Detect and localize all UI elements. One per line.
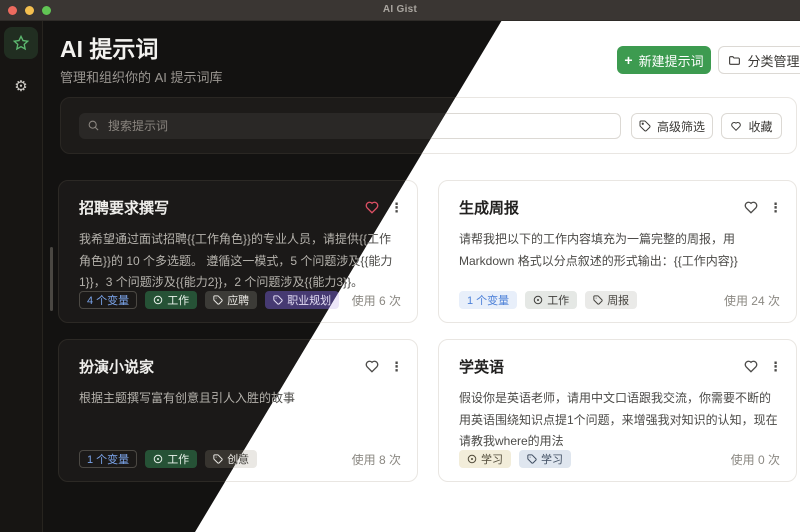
tag-list: 4 个变量 工作 应聘 职业规划 xyxy=(79,291,339,309)
tag-badge: 工作 xyxy=(525,291,577,309)
sidebar-item-prompts[interactable] xyxy=(4,27,38,59)
favorites-filter-button[interactable]: 收藏 xyxy=(721,113,782,139)
category-icon xyxy=(153,454,163,464)
tag-badge: 4 个变量 xyxy=(79,291,137,309)
tag-icon xyxy=(273,295,283,305)
tag-icon xyxy=(213,295,223,305)
tag-badge: 工作 xyxy=(145,291,197,309)
new-prompt-button[interactable]: + 新建提示词 xyxy=(617,46,711,74)
tag-icon xyxy=(639,120,651,132)
tag-badge-label: 工作 xyxy=(167,451,189,467)
card-menu-icon[interactable]: ⋮ xyxy=(390,360,403,373)
tag-badge-label: 工作 xyxy=(547,292,569,308)
prompt-card[interactable]: 生成周报 ⋮ 请帮我把以下的工作内容填充为一篇完整的周报，用 Markdown … xyxy=(438,180,797,323)
favorite-icon[interactable] xyxy=(743,199,759,215)
card-menu-icon[interactable]: ⋮ xyxy=(769,201,782,214)
page-subtitle: 管理和组织你的 AI 提示词库 xyxy=(60,67,223,86)
titlebar: AI Gist xyxy=(0,0,800,21)
tag-badge-label: 1 个变量 xyxy=(467,292,509,308)
tag-badge: 周报 xyxy=(585,291,637,309)
favorite-icon[interactable] xyxy=(743,358,759,374)
usage-count: 使用 8 次 xyxy=(352,451,401,468)
heart-icon xyxy=(730,120,742,132)
prompt-card[interactable]: 学英语 ⋮ 假设你是英语老师，请用中文口语跟我交流，你需要不断的用英语围绕知识点… xyxy=(438,339,797,482)
tag-badge-label: 4 个变量 xyxy=(87,292,129,308)
usage-count: 使用 24 次 xyxy=(724,292,780,309)
usage-count: 使用 6 次 xyxy=(352,292,401,309)
tag-badge: 学习 xyxy=(519,450,571,468)
search-icon xyxy=(87,119,100,132)
tag-badge-label: 1 个变量 xyxy=(87,451,129,467)
tag-badge: 应聘 xyxy=(205,291,257,309)
tag-badge-label: 职业规划 xyxy=(287,292,331,308)
favorites-filter-label: 收藏 xyxy=(748,118,772,135)
app-window: AI Gist ⚙ AI 提示词 管理和组织你的 AI 提示词库 + 新建提示词 xyxy=(0,0,800,532)
category-manage-label: 分类管理 xyxy=(747,51,799,70)
scrollbar-thumb[interactable] xyxy=(50,247,53,311)
category-icon xyxy=(153,295,163,305)
star-icon xyxy=(12,34,30,52)
tag-badge: 1 个变量 xyxy=(79,450,137,468)
category-icon xyxy=(467,454,477,464)
tag-badge: 学习 xyxy=(459,450,511,468)
card-footer: 学习 学习 使用 0 次 xyxy=(459,450,780,468)
tag-list: 学习 学习 xyxy=(459,450,571,468)
tag-badge-label: 应聘 xyxy=(227,292,249,308)
card-menu-icon[interactable]: ⋮ xyxy=(769,360,782,373)
plus-icon: + xyxy=(624,53,632,67)
tag-list: 1 个变量工作创意 xyxy=(79,450,257,468)
favorite-icon[interactable] xyxy=(364,199,380,215)
advanced-filter-label: 高级筛选 xyxy=(657,118,705,135)
tag-badge-label: 周报 xyxy=(607,292,629,308)
new-prompt-label: 新建提示词 xyxy=(639,51,704,70)
page-title: AI 提示词 xyxy=(60,30,158,64)
tag-badge: 1 个变量 xyxy=(459,291,517,309)
category-icon xyxy=(533,295,543,305)
card-title: 生成周报 xyxy=(459,197,780,218)
usage-count: 使用 0 次 xyxy=(731,451,780,468)
tag-badge-label: 学习 xyxy=(481,451,503,467)
tag-badge: 工作 xyxy=(145,450,197,468)
card-description: 假设你是英语老师，请用中文口语跟我交流，你需要不断的用英语围绕知识点提1个问题，… xyxy=(459,388,780,453)
card-description: 请帮我把以下的工作内容填充为一篇完整的周报，用 Markdown 格式以分点叙述… xyxy=(459,229,780,272)
sidebar-item-settings[interactable]: ⚙ xyxy=(4,70,38,102)
tag-list: 1 个变量 工作 周报 xyxy=(459,291,637,309)
card-title: 招聘要求撰写 xyxy=(79,197,401,218)
gear-icon: ⚙ xyxy=(14,79,27,94)
card-footer: 1 个变量 工作 周报 使用 24 次 xyxy=(459,291,780,309)
card-title: 学英语 xyxy=(459,356,780,377)
category-manage-button[interactable]: 分类管理 xyxy=(718,46,800,74)
advanced-filter-button[interactable]: 高级筛选 xyxy=(631,113,713,139)
window-title: AI Gist xyxy=(0,0,800,20)
tag-icon xyxy=(213,454,223,464)
tag-badge-label: 工作 xyxy=(167,292,189,308)
tag-icon xyxy=(593,295,603,305)
tag-badge: 职业规划 xyxy=(265,291,339,309)
tag-icon xyxy=(527,454,537,464)
folder-icon xyxy=(728,54,741,67)
favorite-icon[interactable] xyxy=(364,358,380,374)
sidebar: ⚙ xyxy=(0,20,43,532)
tag-badge-label: 学习 xyxy=(541,451,563,467)
